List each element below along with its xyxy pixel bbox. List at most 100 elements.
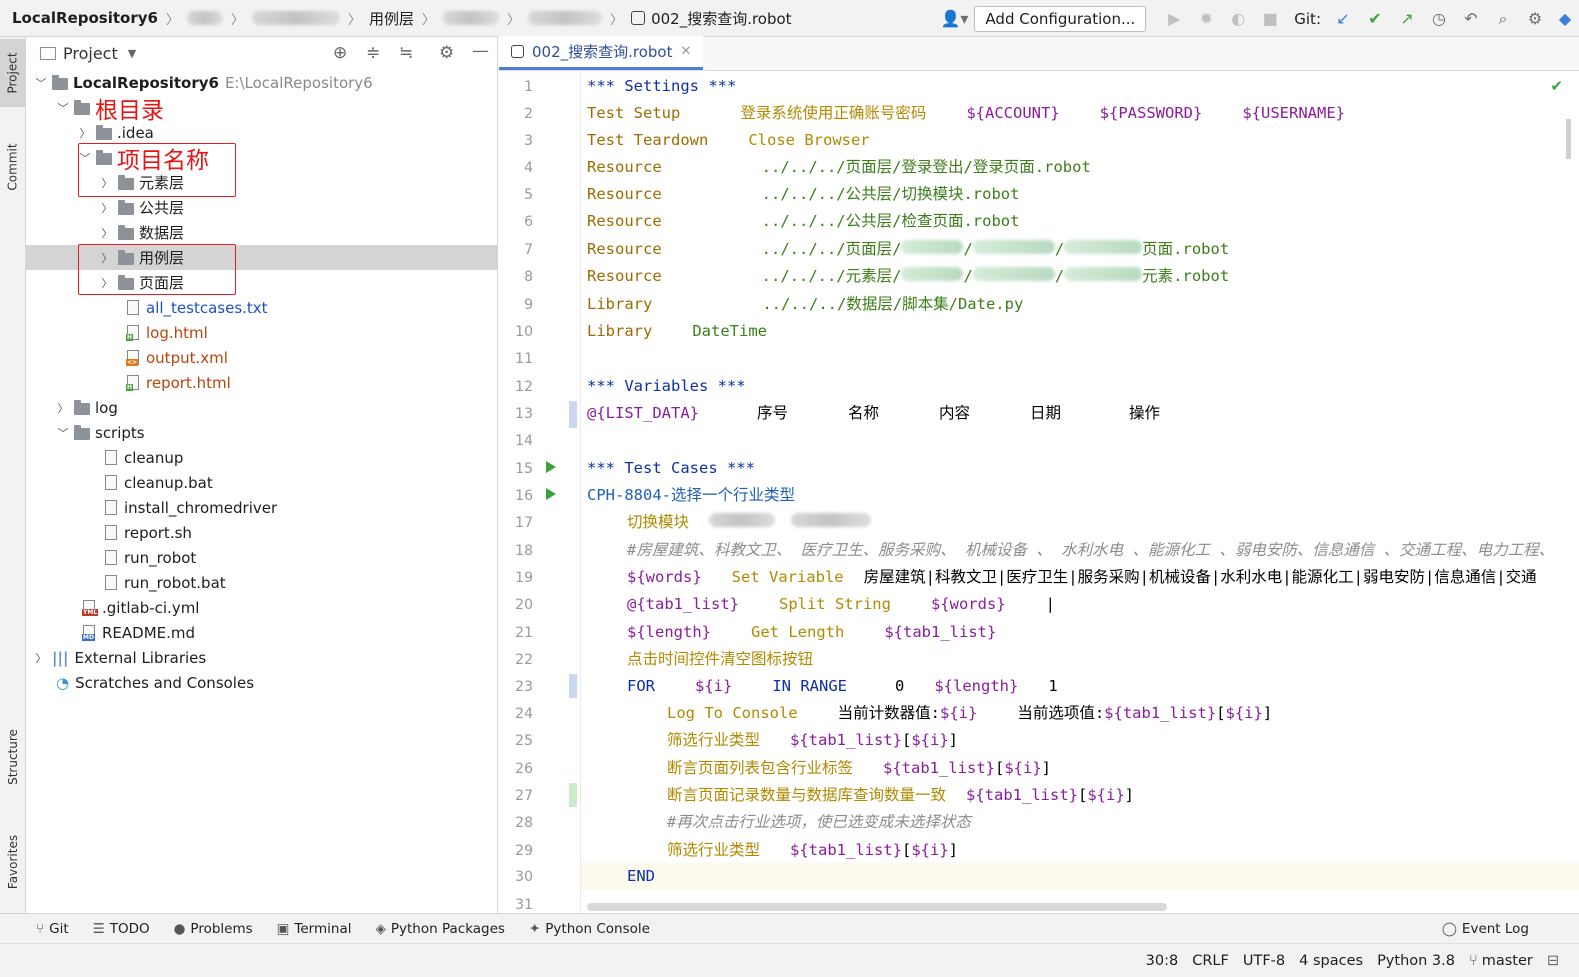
git-branch[interactable]: master (1482, 953, 1533, 969)
stop-icon[interactable]: ■ (1254, 0, 1286, 37)
chevron-right-icon[interactable]: 〉 (100, 200, 114, 216)
code-text: Set Variable (731, 568, 844, 586)
python-interpreter[interactable]: Python 3.8 (1377, 953, 1455, 969)
tree-item-common[interactable]: 〉 公共层 (26, 195, 497, 220)
tree-item-output-xml[interactable]: <> output.xml (26, 345, 497, 370)
blurred-text (791, 513, 872, 527)
problems-tool-button[interactable]: ● Problems (174, 921, 253, 937)
python-console-tool-button[interactable]: ✦ Python Console (529, 921, 650, 937)
code-text: 房屋建筑|科教文卫|医疗卫生|服务采购|机械设备|水利水电|能源化工|弱电安防|… (863, 568, 1537, 586)
shell-file-icon (105, 500, 117, 515)
inspection-ok-icon[interactable]: ✔ (1550, 77, 1563, 95)
update-project-icon[interactable]: ↙ (1327, 0, 1359, 37)
gear-icon[interactable]: ⚙ (1519, 0, 1551, 37)
tree-item-gitlab-ci[interactable]: YML .gitlab-ci.yml (26, 595, 497, 620)
tree-item-run-robot[interactable]: run_robot (26, 545, 497, 570)
add-configuration-button[interactable]: Add Configuration... (974, 5, 1147, 32)
tab-project[interactable]: Project (0, 39, 26, 107)
todo-tool-button[interactable]: ☰ TODO (93, 921, 150, 937)
chevron-right-icon[interactable]: 〉 (34, 650, 48, 666)
cursor-position[interactable]: 30:8 (1146, 953, 1179, 969)
run-icon[interactable]: ▶ (1158, 0, 1190, 37)
code-text: Close Browser (748, 131, 870, 149)
event-log-tool-button[interactable]: ◯ Event Log (1442, 921, 1529, 937)
code-text: Test Setup (587, 104, 681, 122)
line-separator[interactable]: CRLF (1192, 953, 1229, 969)
breadcrumb-testcases[interactable]: 用例层 (369, 8, 414, 29)
tree-item-log-html[interactable]: H log.html (26, 320, 497, 345)
chevron-right-icon[interactable]: 〉 (100, 225, 114, 241)
blurred-crumb (251, 11, 340, 25)
code-text: ${i} (911, 841, 949, 859)
gear-icon[interactable]: ⚙ (439, 43, 454, 63)
code-text: Library (587, 295, 653, 313)
breadcrumb-repo[interactable]: LocalRepository6 (12, 9, 158, 27)
user-icon[interactable]: 👤▾ (938, 0, 970, 37)
tree-item-scratches[interactable]: ◔ Scratches and Consoles (26, 670, 497, 695)
blurred-text (709, 513, 776, 527)
horizontal-scrollbar[interactable] (587, 903, 1167, 911)
lock-icon[interactable]: ⊟ (1547, 953, 1559, 969)
code-text: ${i} (695, 677, 733, 695)
chevron-down-icon[interactable]: ﹀ (34, 75, 48, 91)
code-text: 筛选行业类型 (667, 841, 761, 859)
rollback-icon[interactable]: ↶ (1455, 0, 1487, 37)
python-packages-tool-button[interactable]: ◈ Python Packages (375, 921, 504, 937)
git-tool-button[interactable]: ⑂ Git (36, 921, 69, 937)
tab-favorites[interactable]: Favorites (0, 822, 26, 902)
tree-item-report-sh[interactable]: report.sh (26, 520, 497, 545)
debug-icon[interactable]: ✹ (1190, 0, 1222, 37)
coverage-icon[interactable]: ◐ (1222, 0, 1254, 37)
close-icon[interactable]: ✕ (681, 44, 692, 59)
search-icon[interactable]: ⌕ (1487, 0, 1519, 37)
tab-robot-file[interactable]: 002_搜索查询.robot ✕ (499, 36, 704, 70)
chevron-down-icon[interactable]: ▼ (128, 47, 136, 60)
code-text: 切换模块 (627, 513, 690, 531)
code-text: [ (902, 841, 912, 859)
commit-icon[interactable]: ✔ (1359, 0, 1391, 37)
run-icon[interactable] (546, 461, 556, 473)
chevron-right-icon[interactable]: 〉 (78, 125, 92, 141)
jetbrains-logo-icon[interactable]: ◆ (1551, 0, 1579, 37)
tree-item-external-libraries[interactable]: 〉 ||| External Libraries (26, 645, 497, 670)
tree-item-log[interactable]: 〉 log (26, 395, 497, 420)
terminal-icon: ▣ (276, 920, 290, 937)
project-view-selector[interactable]: Project (63, 44, 118, 63)
tree-item-report-html[interactable]: H report.html (26, 370, 497, 395)
tree-item-all-testcases[interactable]: all_testcases.txt (26, 295, 497, 320)
code-text: ${tab1_list} (1104, 704, 1217, 722)
tree-item-idea[interactable]: 〉 .idea (26, 120, 497, 145)
chevron-down-icon[interactable]: ﹀ (56, 425, 70, 441)
tree-item-cleanup-bat[interactable]: cleanup.bat (26, 470, 497, 495)
file-encoding[interactable]: UTF-8 (1243, 953, 1285, 969)
expand-all-icon[interactable]: ≑ (366, 43, 380, 63)
tree-item-cleanup[interactable]: cleanup (26, 445, 497, 470)
collapse-all-icon[interactable]: ≒ (399, 43, 413, 63)
indent-setting[interactable]: 4 spaces (1299, 953, 1363, 969)
chevron-right-icon: 〉 (347, 12, 361, 28)
code-text: ${tab1_list} (884, 623, 997, 641)
chevron-down-icon[interactable]: ﹀ (56, 100, 70, 116)
terminal-tool-button[interactable]: ▣ Terminal (277, 921, 352, 937)
text-file-icon (105, 450, 117, 465)
hide-panel-icon[interactable]: — (472, 41, 489, 61)
code-text: Split String (778, 595, 891, 613)
tree-item-scripts[interactable]: ﹀ scripts (26, 420, 497, 445)
history-icon[interactable]: ◷ (1423, 0, 1455, 37)
push-icon[interactable]: ↗ (1391, 0, 1423, 37)
tree-item-install-chromedriver[interactable]: install_chromedriver (26, 495, 497, 520)
chevron-right-icon[interactable]: 〉 (56, 400, 70, 416)
blurred-text (972, 240, 1055, 254)
tab-structure[interactable]: Structure (0, 717, 26, 797)
run-icon[interactable] (546, 488, 556, 500)
locate-icon[interactable]: ⊕ (333, 43, 347, 63)
scrollbar[interactable] (1566, 119, 1571, 159)
breadcrumb-file[interactable]: 002_搜索查询.robot (651, 8, 792, 29)
tree-item-root-dir[interactable]: ﹀ 根目录 (26, 95, 497, 124)
code-text: ${tab1_list} (790, 841, 902, 859)
tab-commit[interactable]: Commit (0, 132, 26, 202)
shell-file-icon (105, 550, 117, 565)
tree-item-data[interactable]: 〉 数据层 (26, 220, 497, 245)
tree-item-run-robot-bat[interactable]: run_robot.bat (26, 570, 497, 595)
tree-item-readme[interactable]: MD README.md (26, 620, 497, 645)
